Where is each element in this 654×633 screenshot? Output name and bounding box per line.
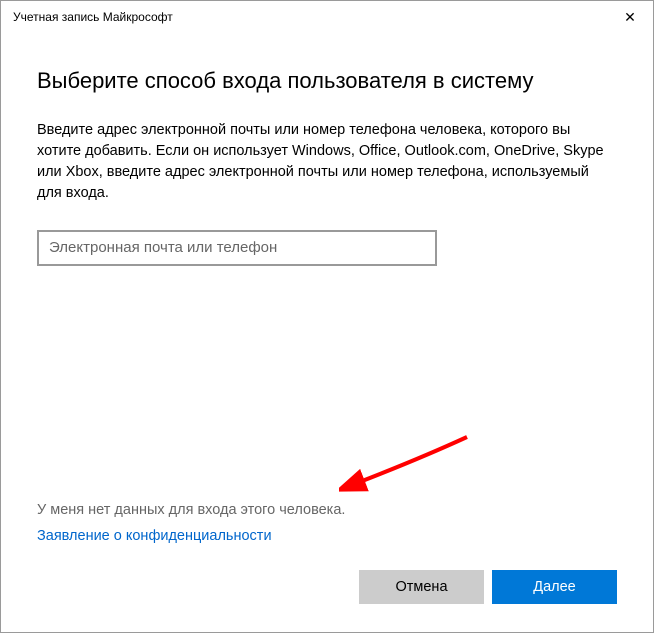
description-text: Введите адрес электронной почты или номе… (37, 120, 617, 204)
button-row: Отмена Далее (1, 570, 653, 632)
no-signin-info-link[interactable]: У меня нет данных для входа этого челове… (37, 502, 617, 518)
next-button[interactable]: Далее (492, 570, 617, 604)
spacer (37, 266, 617, 502)
window-title: Учетная запись Майкрософт (13, 10, 173, 24)
privacy-statement-link[interactable]: Заявление о конфиденциальности (37, 528, 617, 544)
cancel-button[interactable]: Отмена (359, 570, 484, 604)
dialog-window: Учетная запись Майкрософт ✕ Выберите спо… (0, 0, 654, 633)
dialog-content: Выберите способ входа пользователя в сис… (1, 33, 653, 570)
titlebar: Учетная запись Майкрософт ✕ (1, 1, 653, 33)
page-heading: Выберите способ входа пользователя в сис… (37, 67, 617, 96)
close-icon: ✕ (624, 9, 636, 26)
close-button[interactable]: ✕ (607, 1, 653, 33)
email-phone-input[interactable] (37, 230, 437, 266)
